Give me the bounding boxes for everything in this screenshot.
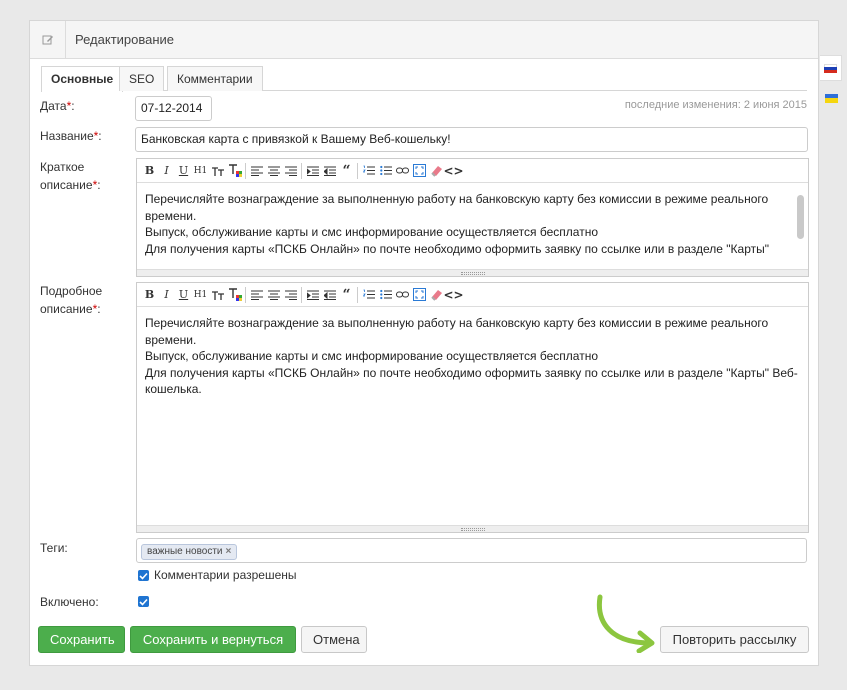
bold-icon[interactable]: B — [141, 162, 158, 179]
ru-flag-icon — [824, 63, 837, 73]
full-line-4: Для получения карты «ПСКБ Онлайн» по поч… — [145, 365, 798, 380]
source-code-icon[interactable]: <> — [443, 286, 463, 303]
link-icon[interactable] — [394, 286, 411, 303]
heading-icon[interactable]: H1 — [192, 286, 209, 303]
full-description-editor[interactable]: B I U H1 “ <> Перечисляйте вознаграждени… — [136, 282, 809, 533]
edit-panel: Редактирование Основные SEO Комментарии … — [29, 20, 819, 666]
italic-icon[interactable]: I — [158, 286, 175, 303]
ordered-list-icon[interactable] — [360, 286, 377, 303]
indent-icon[interactable] — [304, 286, 321, 303]
panel-title: Редактирование — [75, 32, 175, 47]
panel-header: Редактирование — [30, 20, 818, 59]
short-description-label: Краткое описание*: — [40, 160, 101, 192]
lang-ua[interactable] — [820, 85, 842, 111]
unordered-list-icon[interactable] — [377, 286, 394, 303]
short-description-editor[interactable]: B I U H1 “ <> Перечисляйте вознаграждени… — [136, 158, 809, 277]
short-line-3: Выпуск, обслуживание карты и смс информи… — [145, 225, 598, 239]
enabled-checkbox[interactable] — [138, 596, 149, 607]
scrollbar[interactable] — [797, 195, 804, 239]
italic-icon[interactable]: I — [158, 162, 175, 179]
save-button[interactable]: Сохранить — [38, 626, 125, 653]
indent-icon[interactable] — [304, 162, 321, 179]
full-description-text[interactable]: Перечисляйте вознаграждение за выполненн… — [137, 307, 808, 517]
tags-input[interactable]: важные новости × — [136, 538, 807, 563]
tab-comments[interactable]: Комментарии — [167, 66, 263, 91]
font-size-icon[interactable] — [209, 162, 226, 179]
tags-label: Теги: — [40, 541, 68, 555]
date-input[interactable]: 07-12-2014 — [135, 96, 212, 121]
full-line-1: Перечисляйте вознаграждение за выполненн… — [145, 316, 769, 330]
underline-icon[interactable]: U — [175, 286, 192, 303]
heading-icon[interactable]: H1 — [192, 162, 209, 179]
text-color-icon[interactable] — [226, 286, 243, 303]
tab-bar: Основные SEO Комментарии — [41, 66, 807, 92]
bold-icon[interactable]: B — [141, 286, 158, 303]
full-line-3: Выпуск, обслуживание карты и смс информи… — [145, 349, 598, 363]
enabled-label: Включено: — [40, 595, 99, 609]
edit-icon — [30, 20, 66, 59]
cancel-button[interactable]: Отмена — [301, 626, 367, 653]
align-center-icon[interactable] — [265, 162, 282, 179]
full-line-5: кошелька. — [145, 382, 202, 396]
short-line-4: Для получения карты «ПСКБ Онлайн» по поч… — [145, 241, 769, 256]
ua-flag-icon — [824, 93, 838, 103]
short-description-text[interactable]: Перечисляйте вознаграждение за выполненн… — [137, 183, 808, 270]
unordered-list-icon[interactable] — [377, 162, 394, 179]
short-line-1: Перечисляйте вознаграждение за выполненн… — [145, 192, 769, 206]
fullscreen-icon[interactable] — [411, 162, 428, 179]
ordered-list-icon[interactable] — [360, 162, 377, 179]
editor-toolbar: B I U H1 “ <> — [137, 283, 808, 307]
comments-allowed-label: Комментарии разрешены — [154, 568, 297, 582]
tag-chip: важные новости × — [141, 544, 238, 560]
align-left-icon[interactable] — [248, 162, 265, 179]
editor-toolbar: B I U H1 “ <> — [137, 159, 808, 183]
last-change-text: последние изменения: 2 июня 2015 — [624, 99, 807, 111]
arrow-annotation-icon — [596, 594, 655, 653]
tab-main[interactable]: Основные — [41, 66, 124, 92]
resize-handle[interactable] — [137, 525, 808, 532]
link-icon[interactable] — [394, 162, 411, 179]
eraser-icon[interactable] — [428, 286, 445, 303]
align-right-icon[interactable] — [282, 162, 299, 179]
source-code-icon[interactable]: <> — [443, 162, 463, 179]
date-label: Дата*: — [40, 99, 75, 113]
name-input[interactable]: Банковская карта с привязкой к Вашему Ве… — [135, 127, 808, 152]
save-and-return-button[interactable]: Сохранить и вернуться — [130, 626, 296, 653]
lang-ru[interactable] — [820, 55, 842, 81]
blockquote-icon[interactable]: “ — [338, 162, 355, 179]
full-line-2: времени. — [145, 332, 197, 347]
text-color-icon[interactable] — [226, 162, 243, 179]
name-label: Название*: — [40, 129, 102, 143]
language-switcher — [820, 55, 842, 111]
short-line-2: времени. — [145, 208, 197, 223]
outdent-icon[interactable] — [321, 162, 338, 179]
outdent-icon[interactable] — [321, 286, 338, 303]
underline-icon[interactable]: U — [175, 162, 192, 179]
tag-label: важные новости — [147, 546, 223, 557]
resize-handle[interactable] — [137, 269, 808, 276]
tag-remove-icon[interactable]: × — [226, 546, 232, 557]
font-size-icon[interactable] — [209, 286, 226, 303]
repeat-mailing-button[interactable]: Повторить рассылку — [660, 626, 809, 653]
eraser-icon[interactable] — [428, 162, 445, 179]
align-right-icon[interactable] — [282, 286, 299, 303]
blockquote-icon[interactable]: “ — [338, 286, 355, 303]
fullscreen-icon[interactable] — [411, 286, 428, 303]
align-center-icon[interactable] — [265, 286, 282, 303]
full-description-label: Подробное описание*: — [40, 284, 103, 316]
align-left-icon[interactable] — [248, 286, 265, 303]
tab-seo[interactable]: SEO — [119, 66, 165, 91]
comments-allowed-checkbox[interactable] — [138, 570, 149, 581]
